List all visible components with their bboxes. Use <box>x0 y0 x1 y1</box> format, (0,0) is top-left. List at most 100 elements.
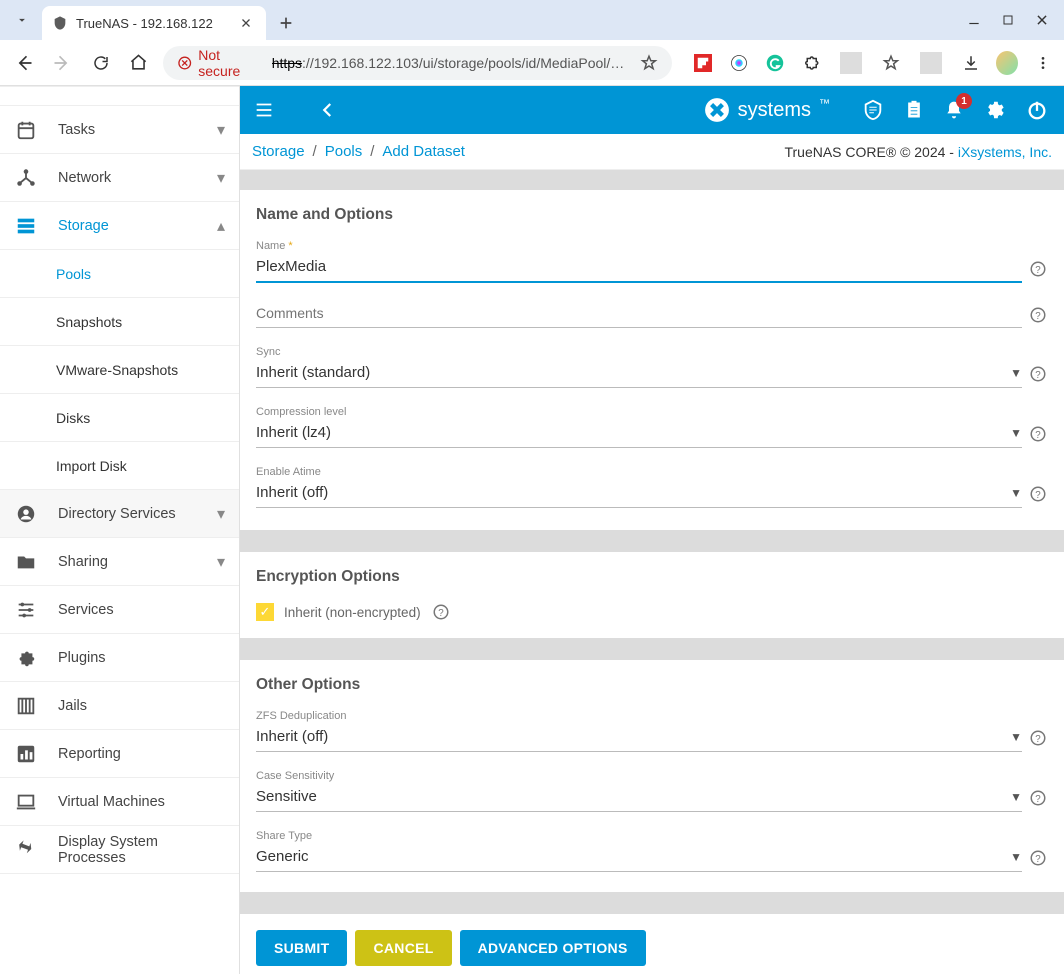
sidebar-item-storage[interactable]: Storage ▴ <box>0 202 239 250</box>
extension-icon <box>14 647 38 669</box>
settings-gear-icon[interactable] <box>984 99 1006 121</box>
clipboard-icon[interactable] <box>904 99 924 121</box>
tune-icon <box>14 599 38 621</box>
comments-input[interactable] <box>256 301 1022 328</box>
browser-chrome: TrueNAS - 192.168.122 Not secure https:/… <box>0 0 1064 86</box>
help-icon[interactable]: ? <box>1028 424 1048 444</box>
svg-text:?: ? <box>1035 264 1041 275</box>
bookmark-star-icon[interactable] <box>640 54 658 72</box>
breadcrumb-pools[interactable]: Pools <box>325 143 363 160</box>
sidebar-item-dsp[interactable]: Display System Processes <box>0 826 239 874</box>
tab-search-dropdown[interactable] <box>8 6 36 34</box>
breadcrumb-add-dataset[interactable]: Add Dataset <box>382 143 465 160</box>
window-minimize-icon[interactable] <box>960 6 988 34</box>
sidebar-sub-snapshots[interactable]: Snapshots <box>0 298 239 346</box>
breadcrumb-storage[interactable]: Storage <box>252 143 305 160</box>
compression-select[interactable]: Inherit (lz4)▼ <box>256 420 1022 448</box>
browser-back-button[interactable] <box>10 48 38 78</box>
help-icon[interactable]: ? <box>1028 484 1048 504</box>
help-icon[interactable]: ? <box>431 602 451 622</box>
chart-icon <box>14 743 38 765</box>
breadcrumb: Storage / Pools / Add Dataset TrueNAS CO… <box>240 134 1064 170</box>
atime-select[interactable]: Inherit (off)▼ <box>256 480 1022 508</box>
svg-text:?: ? <box>1035 490 1041 501</box>
dataset-name-input[interactable] <box>256 254 1022 283</box>
submit-button[interactable]: SUBMIT <box>256 930 347 966</box>
new-tab-button[interactable] <box>272 9 300 37</box>
svg-text:?: ? <box>1035 854 1041 865</box>
sync-label: Sync <box>256 346 1048 358</box>
window-close-icon[interactable] <box>1028 6 1056 34</box>
ext-grammarly-icon[interactable] <box>764 52 786 74</box>
browser-reload-button[interactable] <box>86 48 114 78</box>
company-link[interactable]: iXsystems, Inc. <box>958 144 1052 160</box>
browser-tab[interactable]: TrueNAS - 192.168.122 <box>42 6 266 40</box>
sidebar-sub-import[interactable]: Import Disk <box>0 442 239 490</box>
brand-text: systems <box>738 99 811 122</box>
browser-forward-button[interactable] <box>48 48 76 78</box>
sidebar-item-vm[interactable]: Virtual Machines <box>0 778 239 826</box>
bookmark-outline-icon[interactable] <box>880 52 902 74</box>
case-select[interactable]: Sensitive▼ <box>256 784 1022 812</box>
notifications-icon[interactable]: 1 <box>944 99 964 121</box>
caret-down-icon: ▼ <box>1010 730 1022 744</box>
browser-home-button[interactable] <box>125 48 153 78</box>
sidebar-sub-pools[interactable]: Pools <box>0 250 239 298</box>
processes-icon <box>14 839 38 861</box>
sidebar-sub-disks[interactable]: Disks <box>0 394 239 442</box>
caret-down-icon: ▼ <box>1010 426 1022 440</box>
share-select[interactable]: Generic▼ <box>256 844 1022 872</box>
chevron-down-icon: ▾ <box>217 552 225 572</box>
dedup-select[interactable]: Inherit (off)▼ <box>256 724 1022 752</box>
power-icon[interactable] <box>1026 99 1048 121</box>
advanced-options-button[interactable]: ADVANCED OPTIONS <box>460 930 646 966</box>
chevron-down-icon: ▾ <box>217 168 225 188</box>
caret-down-icon: ▼ <box>1010 366 1022 380</box>
topbar-back-button[interactable] <box>304 86 352 134</box>
downloads-icon[interactable] <box>960 52 982 74</box>
compression-label: Compression level <box>256 406 1048 418</box>
not-secure-badge[interactable]: Not secure <box>177 47 264 79</box>
sidebar-item-network[interactable]: Network ▾ <box>0 154 239 202</box>
close-tab-icon[interactable] <box>240 17 256 29</box>
sync-select[interactable]: Inherit (standard)▼ <box>256 360 1022 388</box>
sidebar-sub-vmware[interactable]: VMware-Snapshots <box>0 346 239 394</box>
ext-circle-icon[interactable] <box>728 52 750 74</box>
inherit-encrypted-checkbox[interactable]: ✓ <box>256 603 274 621</box>
hamburger-menu-button[interactable] <box>240 86 288 134</box>
help-icon[interactable]: ? <box>1028 259 1048 279</box>
help-icon[interactable]: ? <box>1028 305 1048 325</box>
caret-down-icon: ▼ <box>1010 486 1022 500</box>
help-icon[interactable]: ? <box>1028 788 1048 808</box>
share-label: Share Type <box>256 830 1048 842</box>
contacts-icon <box>14 503 38 525</box>
sidebar-item-services[interactable]: Services <box>0 586 239 634</box>
window-maximize-icon[interactable] <box>994 6 1022 34</box>
profile-avatar-icon[interactable] <box>996 52 1018 74</box>
svg-text:?: ? <box>1035 310 1041 321</box>
sidebar-item-truncated[interactable] <box>0 86 239 106</box>
cancel-button[interactable]: CANCEL <box>355 930 451 966</box>
extensions-icon[interactable] <box>800 52 822 74</box>
calendar-icon <box>14 119 38 141</box>
chevron-down-icon: ▾ <box>217 504 225 524</box>
truecommand-icon[interactable] <box>862 99 884 121</box>
section-name-options: Name and Options <box>256 206 1048 224</box>
help-icon[interactable]: ? <box>1028 728 1048 748</box>
case-label: Case Sensitivity <box>256 770 1048 782</box>
url-text: https://192.168.122.103/ui/storage/pools… <box>272 55 632 71</box>
sidebar-item-directory[interactable]: Directory Services ▾ <box>0 490 239 538</box>
sidebar-item-sharing[interactable]: Sharing ▾ <box>0 538 239 586</box>
address-bar[interactable]: Not secure https://192.168.122.103/ui/st… <box>163 46 672 80</box>
help-icon[interactable]: ? <box>1028 848 1048 868</box>
help-icon[interactable]: ? <box>1028 364 1048 384</box>
sidebar-item-jails[interactable]: Jails <box>0 682 239 730</box>
svg-text:?: ? <box>1035 370 1041 381</box>
copyright-text: TrueNAS CORE® © 2024 - <box>784 144 957 160</box>
sidebar-item-tasks[interactable]: Tasks ▾ <box>0 106 239 154</box>
folder-shared-icon <box>14 551 38 573</box>
sidebar-item-plugins[interactable]: Plugins <box>0 634 239 682</box>
browser-menu-icon[interactable] <box>1032 52 1054 74</box>
sidebar-item-reporting[interactable]: Reporting <box>0 730 239 778</box>
ext-flipboard-icon[interactable] <box>692 52 714 74</box>
